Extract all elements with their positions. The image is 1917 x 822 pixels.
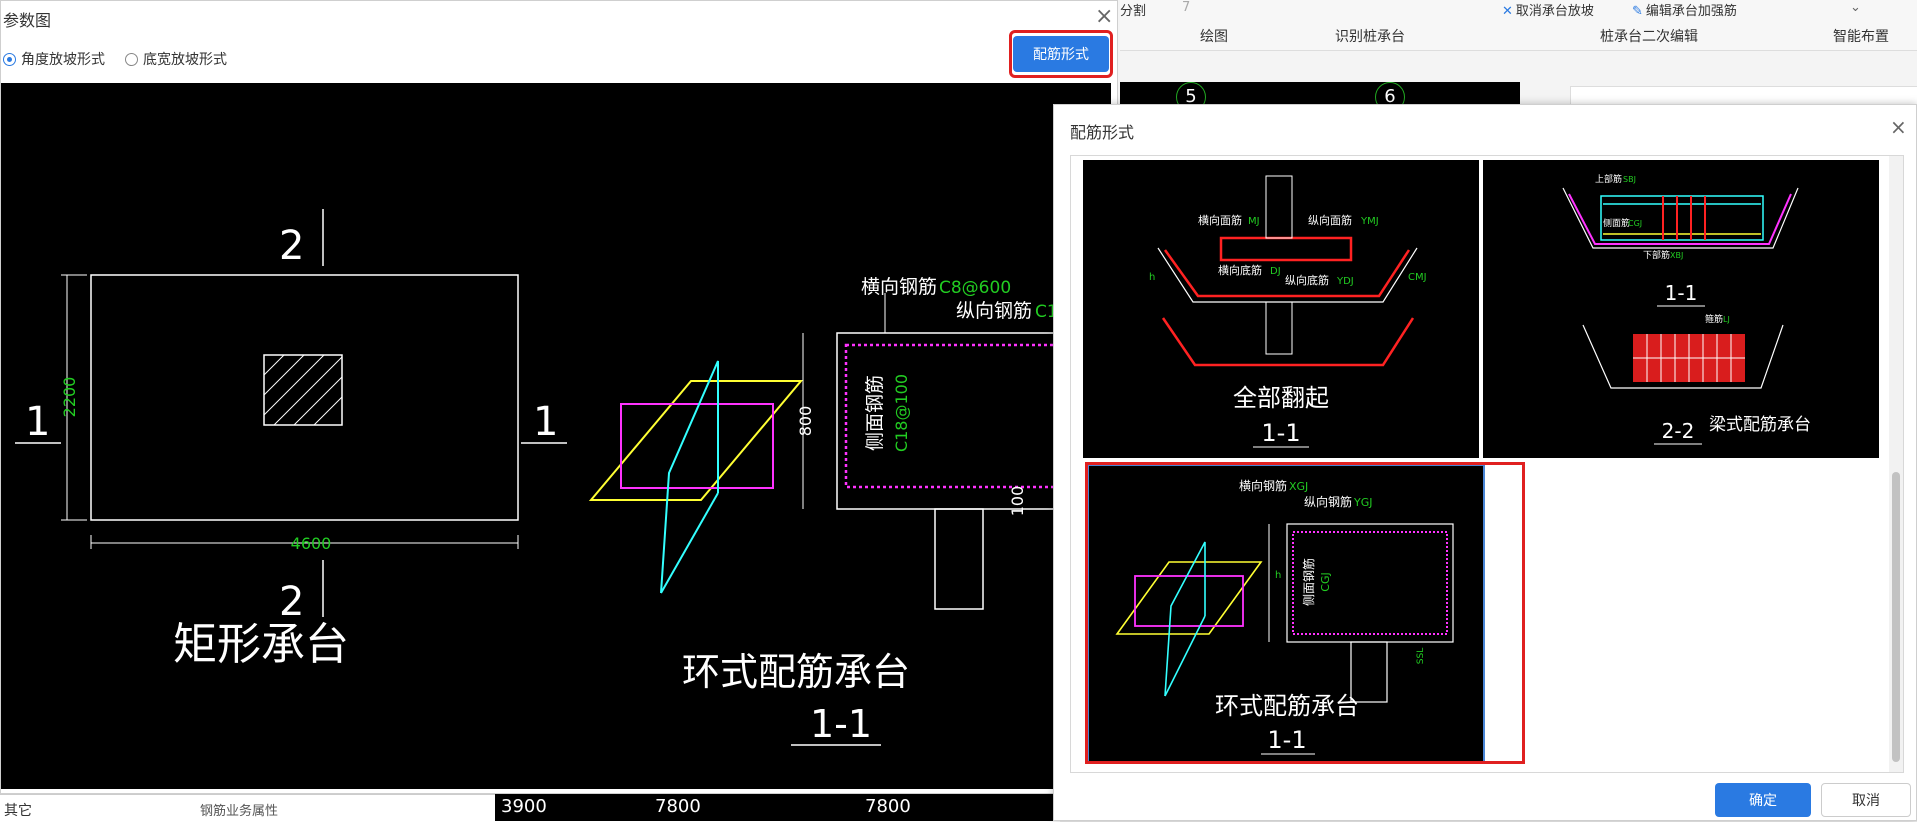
parameter-drawing-canvas: 2 2 1 1 2200 4600 矩形承台 800 100 横向钢筋 C8@6… <box>1 83 1118 789</box>
opt1-text-2: MJ <box>1248 216 1260 227</box>
pile-cap-plan-outline <box>90 274 519 521</box>
dim-100-label: 100 <box>1008 486 1027 517</box>
cancel-slope-button[interactable]: ✕ 取消承台放坡 <box>1502 0 1594 19</box>
opt2-text-2: SBJ <box>1623 175 1636 184</box>
opt2-caption: 梁式配筋承台 <box>1709 415 1811 435</box>
radio-selected-icon <box>3 52 16 66</box>
option-1-rebar-top <box>1163 249 1411 298</box>
transverse-rebar-value: C8@600 <box>939 278 1011 298</box>
ok-button[interactable]: 确定 <box>1715 783 1811 817</box>
opt2-text-7: 箍筋 <box>1705 313 1723 325</box>
rebar-option-beam[interactable]: 上部筋 SBJ 侧面筋 CGJ 下部筋 XBJ 箍筋 LJ 1-1 2-2 梁式… <box>1483 160 1879 458</box>
cancel-slope-label: 取消承台放坡 <box>1515 4 1594 19</box>
ribbon-split-button[interactable]: 分割 <box>1120 0 1146 19</box>
close-icon[interactable]: × <box>1095 4 1113 29</box>
selected-option-highlight <box>1085 462 1525 764</box>
opt1-text-8: YDJ <box>1336 276 1354 287</box>
section-title: 环式配筋承台 <box>682 650 910 694</box>
dim-7800-a: 7800 <box>655 796 701 817</box>
opt1-text-10: h <box>1149 272 1155 283</box>
opt1-text-6: DJ <box>1270 266 1281 277</box>
opt1-label: 1-1 <box>1261 419 1300 447</box>
ribbon-more-icon[interactable]: ⌄ <box>1850 0 1861 15</box>
transverse-rebar-label: 横向钢筋 <box>861 276 937 298</box>
column-hatch <box>263 354 343 426</box>
opt2-text-5: 下部筋 <box>1643 249 1670 261</box>
radio-angle-slope-label: 角度放坡形式 <box>21 52 105 68</box>
scrollbar-thumb[interactable] <box>1892 472 1900 762</box>
rebar-form-dialog: 配筋形式 × 横向面筋 MJ 纵向面筋 YMJ 横向底筋 DJ 纵向底筋 YDJ… <box>1053 104 1917 821</box>
opt1-text-5: 横向底筋 <box>1218 263 1262 277</box>
dim-height-label: 2200 <box>60 377 79 418</box>
section-plane-yellow <box>588 380 804 501</box>
ribbon-dropdown[interactable]: 7 <box>1182 0 1190 15</box>
option-2-drawing: 上部筋 SBJ 侧面筋 CGJ 下部筋 XBJ 箍筋 LJ 1-1 2-2 梁式… <box>1562 173 1811 445</box>
property-sub-label[interactable]: 钢筋业务属性 <box>200 800 278 819</box>
group-secondary-edit: 桩承台二次编辑 <box>1600 29 1698 45</box>
edit-reinforce-button[interactable]: ✎ 编辑承台加强筋 <box>1632 0 1737 19</box>
opt2-label-1: 1-1 <box>1665 281 1698 305</box>
param-dialog: 参数图 × 角度放坡形式 底宽放坡形式 配筋形式 2 2 1 1 2200 46… <box>0 0 1118 794</box>
opt2-text-1: 上部筋 <box>1595 173 1622 185</box>
group-identify-pile-cap: 识别桩承台 <box>1335 29 1405 45</box>
column-section <box>263 354 343 426</box>
section-column <box>934 508 984 610</box>
radio-angle-slope[interactable]: 角度放坡形式 <box>3 49 105 69</box>
rebar-form-button[interactable]: 配筋形式 <box>1013 36 1109 72</box>
cancel-button[interactable]: 取消 <box>1821 783 1911 817</box>
edit-reinforce-label: 编辑承台加强筋 <box>1645 4 1737 19</box>
section-plane-cyan <box>660 360 719 594</box>
cancel-slope-icon: ✕ <box>1502 4 1513 19</box>
rebar-options-panel: 横向面筋 MJ 纵向面筋 YMJ 横向底筋 DJ 纵向底筋 YDJ CMJ h … <box>1070 155 1904 773</box>
section-mark-right: 1 <box>533 399 558 445</box>
opt2-label-2: 2-2 <box>1662 419 1695 443</box>
radio-width-slope[interactable]: 底宽放坡形式 <box>125 49 227 69</box>
radio-width-slope-label: 底宽放坡形式 <box>143 52 227 68</box>
dim-800-label: 800 <box>796 406 815 437</box>
opt1-caption: 全部翻起 <box>1233 384 1329 412</box>
close-icon[interactable]: × <box>1890 115 1907 139</box>
opt1-text-4: YMJ <box>1360 216 1379 227</box>
side-rebar-value: C18@100 <box>892 374 911 452</box>
edit-icon: ✎ <box>1632 4 1643 19</box>
dim-width-label: 4600 <box>291 534 332 553</box>
opt2-text-3: 侧面筋 <box>1603 217 1630 229</box>
side-rebar-label: 侧面钢筋 <box>864 375 886 451</box>
option-1-rebar-bottom <box>1161 317 1415 367</box>
parameter-drawing: 2 2 1 1 2200 4600 矩形承台 800 100 横向钢筋 C8@6… <box>15 209 1118 746</box>
ribbon-toolbar: 分割 7 ✕ 取消承台放坡 ✎ 编辑承台加强筋 ⌄ 绘图 识别桩承台 桩承台二次编辑… <box>1120 0 1917 51</box>
rebar-option-all-folded[interactable]: 横向面筋 MJ 纵向面筋 YMJ 横向底筋 DJ 纵向底筋 YDJ CMJ h … <box>1083 160 1479 458</box>
option-1-drawing: 横向面筋 MJ 纵向面筋 YMJ 横向底筋 DJ 纵向底筋 YDJ CMJ h … <box>1149 175 1427 448</box>
plan-title: 矩形承台 <box>173 619 349 670</box>
dim-7800-b: 7800 <box>865 796 911 817</box>
property-other-label: 其它 <box>4 803 32 819</box>
opt1-text-9: CMJ <box>1408 272 1427 283</box>
rebar-dialog-title: 配筋形式 <box>1070 123 1135 142</box>
radio-unselected-icon <box>125 52 138 66</box>
opt2-text-4: CGJ <box>1628 219 1642 228</box>
section-label: 1-1 <box>810 702 872 746</box>
opt1-text-3: 纵向面筋 <box>1308 213 1352 227</box>
opt1-text-1: 横向面筋 <box>1198 213 1242 227</box>
bottom-cad-view: 3900 7800 7800 <box>495 794 1060 821</box>
section-mark-top: 2 <box>279 223 304 269</box>
background-panel <box>1570 86 1917 106</box>
opt2-text-8: LJ <box>1723 315 1730 324</box>
opt1-text-7: 纵向底筋 <box>1285 273 1329 287</box>
section-ring-magenta <box>620 403 774 489</box>
param-dialog-title: 参数图 <box>3 11 52 30</box>
longitudinal-rebar-label: 纵向钢筋 <box>956 300 1032 322</box>
group-smart-layout: 智能布置 <box>1833 29 1889 45</box>
group-draw: 绘图 <box>1200 29 1228 45</box>
dim-3900: 3900 <box>501 796 547 817</box>
opt2-text-6: XBJ <box>1670 251 1683 260</box>
section-mark-left: 1 <box>25 399 50 445</box>
